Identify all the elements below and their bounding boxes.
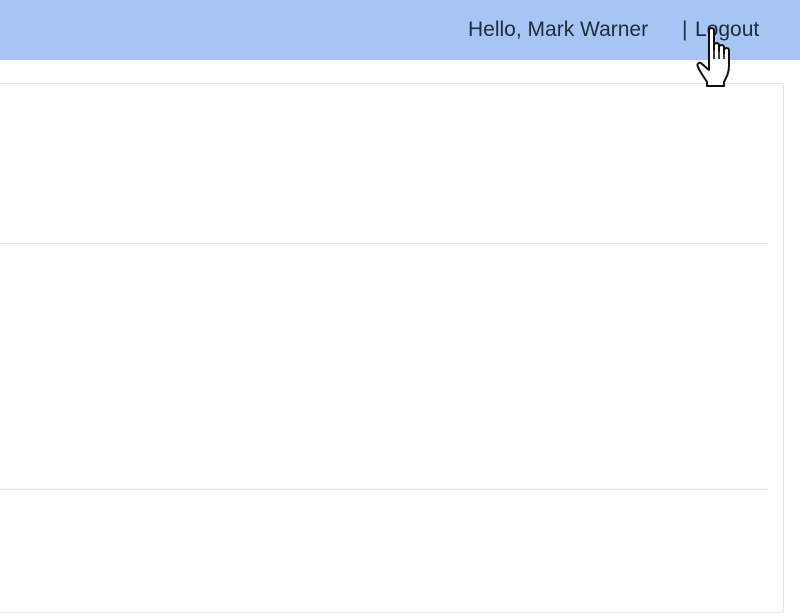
logout-link[interactable]: Logout (695, 18, 759, 42)
content-panel (0, 83, 784, 613)
top-navbar: Hello, Mark Warner | Logout (0, 0, 800, 60)
section-divider (0, 489, 768, 490)
section-divider (0, 243, 768, 244)
user-greeting: Hello, Mark Warner (468, 18, 649, 41)
nav-separator: | (682, 18, 688, 41)
